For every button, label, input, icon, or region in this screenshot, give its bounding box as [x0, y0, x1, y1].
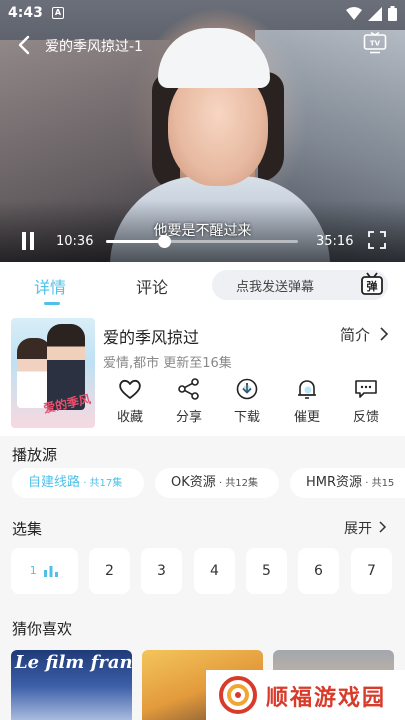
drama-poster[interactable]: 爱的季风: [11, 318, 95, 428]
source-chip-2[interactable]: OK资源 · 共12集: [155, 468, 279, 498]
urge-update-button[interactable]: 催更: [282, 378, 332, 425]
episode-item[interactable]: 2: [89, 548, 130, 594]
action-row: 收藏 分享 下载 催更 反馈: [104, 378, 394, 432]
play-sources: 播放源 自建线路 · 共17集 OK资源 · 共12集 HMR资源 · 共15: [0, 436, 405, 508]
danmaku-input[interactable]: 点我发送弹幕 弹: [212, 270, 388, 300]
episode-item[interactable]: 5: [246, 548, 287, 594]
episode-item[interactable]: 7: [351, 548, 392, 594]
episode-item[interactable]: 3: [141, 548, 182, 594]
status-icons: [346, 6, 397, 21]
pause-icon[interactable]: [20, 232, 36, 250]
tab-detail-indicator: [44, 302, 60, 305]
danmaku-placeholder: 点我发送弹幕: [236, 280, 315, 295]
video-player[interactable]: 4:43 A 爱的季风掠过-1 TV 他要是不醒过来 10:36 35:16: [0, 0, 405, 262]
status-time: 4:43: [8, 5, 43, 21]
drama-detail-card: 爱的季风 爱的季风掠过 爱情,都市 更新至16集 简介 收藏 分享 下载 催更: [0, 308, 405, 436]
cast-tv-icon[interactable]: TV: [363, 32, 387, 54]
recommend-title: 猜你喜欢: [12, 620, 73, 638]
source-name: 自建线路: [28, 475, 81, 490]
watermark-logo-icon: [219, 676, 257, 714]
sources-title: 播放源: [12, 446, 58, 464]
recommend-card-1[interactable]: Le film français: [11, 650, 132, 720]
site-watermark: 顺福游戏园: [206, 670, 405, 720]
favorite-label: 收藏: [116, 410, 143, 425]
back-arrow-icon[interactable]: [14, 34, 36, 56]
source-name: OK资源: [171, 475, 216, 490]
feedback-button[interactable]: 反馈: [341, 378, 391, 425]
seek-bar[interactable]: [106, 235, 298, 248]
download-icon: [236, 378, 258, 400]
watermark-text: 顺福游戏园: [266, 686, 387, 711]
share-label: 分享: [175, 410, 202, 425]
danmaku-toggle-icon[interactable]: 弹: [360, 272, 384, 296]
danmaku-icon-label: 弹: [367, 279, 378, 293]
share-icon: [178, 378, 199, 400]
feedback-label: 反馈: [352, 410, 379, 425]
total-time: 35:16: [316, 234, 354, 249]
source-chip-3[interactable]: HMR资源 · 共15: [290, 468, 405, 498]
video-title: 爱的季风掠过-1: [45, 39, 143, 55]
chevron-right-icon: [380, 327, 389, 341]
favorite-button[interactable]: 收藏: [105, 378, 155, 425]
seek-bar-fill: [106, 240, 164, 243]
detail-tabs: 详情 评论 点我发送弹幕 弹: [0, 262, 405, 308]
expand-label: 展开: [344, 521, 372, 537]
heart-icon: [119, 379, 141, 399]
player-top-bar: 爱的季风掠过-1 TV: [0, 28, 405, 62]
share-button[interactable]: 分享: [164, 378, 214, 425]
chevron-right-icon: [379, 521, 387, 533]
fullscreen-icon[interactable]: [368, 231, 386, 249]
recommend-card-1-text: Le film français: [15, 652, 132, 673]
source-count: · 共12集: [215, 478, 259, 489]
episode-selector: 选集 展开 1 2 3 4 5 6 7: [0, 508, 405, 614]
current-time: 10:36: [56, 234, 94, 249]
episode-item[interactable]: 4: [194, 548, 235, 594]
bell-icon: [298, 380, 316, 399]
player-controls: 10:36 35:16: [0, 228, 405, 258]
source-name: HMR资源: [306, 475, 363, 490]
battery-icon: [388, 6, 397, 21]
drama-title: 爱的季风掠过: [103, 328, 200, 347]
download-button[interactable]: 下载: [222, 378, 272, 425]
download-label: 下载: [233, 410, 260, 425]
svg-text:TV: TV: [370, 40, 381, 48]
episodes-title: 选集: [12, 520, 43, 538]
signal-icon: [368, 6, 382, 21]
drama-meta: 爱情,都市 更新至16集: [103, 356, 232, 371]
intro-label: 简介: [339, 326, 370, 344]
tab-comments[interactable]: 评论: [136, 274, 168, 298]
playing-bars-icon: [44, 566, 59, 577]
episode-1-playing[interactable]: 1: [11, 548, 78, 594]
urge-update-label: 催更: [293, 410, 320, 425]
tab-detail[interactable]: 详情: [34, 274, 66, 298]
seek-thumb[interactable]: [157, 235, 171, 248]
status-bar: 4:43 A: [0, 0, 405, 28]
feedback-icon: [355, 380, 377, 398]
source-count: · 共17集: [80, 478, 123, 489]
wifi-icon: [346, 6, 362, 20]
episode-item[interactable]: 6: [298, 548, 339, 594]
notification-icon: A: [52, 7, 64, 19]
page: 4:43 A 爱的季风掠过-1 TV 他要是不醒过来 10:36 35:16 详…: [0, 0, 405, 720]
episode-label: 1: [29, 564, 37, 577]
source-chip-1[interactable]: 自建线路 · 共17集: [12, 468, 144, 498]
source-count: · 共15: [362, 478, 395, 489]
